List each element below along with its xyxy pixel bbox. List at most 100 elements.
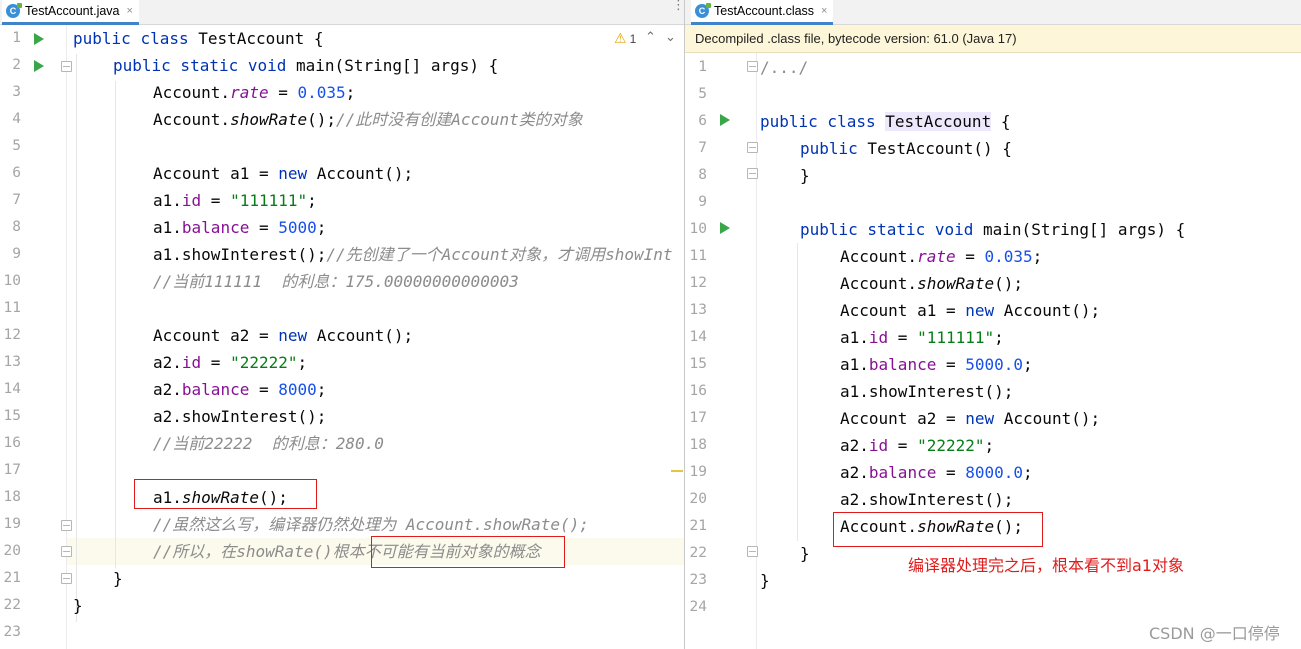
- chevron-up-icon[interactable]: ⌃: [645, 30, 656, 45]
- fold-icon[interactable]: [61, 520, 72, 531]
- fold-icon[interactable]: [747, 168, 758, 179]
- code-line-4: Account.showRate();//此时没有创建Account类的对象: [153, 110, 583, 129]
- close-icon[interactable]: ×: [127, 5, 133, 17]
- code-line-18: a2.id = "22222";: [840, 436, 995, 455]
- java-class-icon: C: [6, 3, 22, 18]
- line-number: 18: [689, 437, 707, 453]
- code-line-8: a1.balance = 5000;: [153, 218, 327, 237]
- line-number: 16: [689, 383, 707, 399]
- line-number: 21: [3, 570, 21, 586]
- line-number: 13: [689, 302, 707, 318]
- code-line-12: Account.showRate();: [840, 274, 1024, 293]
- highlight-box-a1-showrate: [134, 479, 317, 509]
- code-line-1: public class TestAccount {: [73, 29, 324, 48]
- code-line-22: }: [800, 544, 810, 563]
- code-line-7: a1.id = "111111";: [153, 191, 317, 210]
- line-number: 16: [3, 435, 21, 451]
- line-number: 9: [12, 246, 21, 262]
- line-number: 17: [3, 462, 21, 478]
- code-line-8: }: [800, 166, 810, 185]
- line-number: 12: [3, 327, 21, 343]
- code-line-20: a2.showInterest();: [840, 490, 1014, 509]
- tab-label: TestAccount.java: [25, 4, 120, 18]
- fold-icon[interactable]: [61, 61, 72, 72]
- run-class-icon[interactable]: [34, 33, 44, 45]
- line-number: 5: [698, 86, 707, 102]
- line-number: 7: [698, 140, 707, 156]
- code-line-11: Account.rate = 0.035;: [840, 247, 1043, 266]
- line-number: 8: [12, 219, 21, 235]
- right-editor-pane: C TestAccount.class × Decompiled .class …: [685, 0, 1301, 649]
- code-line-13: a2.id = "22222";: [153, 353, 308, 372]
- line-number: 10: [3, 273, 21, 289]
- code-line-12: Account a2 = new Account();: [153, 326, 414, 345]
- decompiled-banner: Decompiled .class file, bytecode version…: [685, 25, 1301, 53]
- code-line-10: //当前111111 的利息：175.00000000000003: [153, 272, 519, 291]
- code-line-19: a2.balance = 8000.0;: [840, 463, 1033, 482]
- warning-icon: ⚠: [614, 30, 627, 46]
- code-line-10: public static void main(String[] args) {: [800, 220, 1186, 239]
- indent-guide: [797, 243, 798, 541]
- line-number: 19: [689, 464, 707, 480]
- line-number: 19: [3, 516, 21, 532]
- fold-icon[interactable]: [747, 546, 758, 557]
- code-line-23: }: [760, 571, 770, 590]
- scrollbar-marker[interactable]: [671, 470, 683, 472]
- code-line-16: //当前22222 的利息：280.0: [153, 434, 384, 453]
- code-line-1[interactable]: /.../: [760, 54, 808, 81]
- code-line-13: Account a1 = new Account();: [840, 301, 1101, 320]
- line-number: 17: [689, 410, 707, 426]
- line-number: 11: [3, 300, 21, 316]
- line-number: 12: [689, 275, 707, 291]
- line-number: 14: [689, 329, 707, 345]
- highlight-box-account-showrate: [833, 512, 1043, 547]
- annotation-text: 编译器处理完之后，根本看不到a1对象: [908, 556, 1184, 575]
- warning-count: 1: [629, 31, 637, 46]
- fold-icon[interactable]: [747, 142, 758, 153]
- line-number: 22: [689, 545, 707, 561]
- code-line-6: Account a1 = new Account();: [153, 164, 414, 183]
- code-line-15: a2.showInterest();: [153, 407, 327, 426]
- line-number: 20: [689, 491, 707, 507]
- line-number: 6: [698, 113, 707, 129]
- code-line-21: }: [113, 569, 123, 588]
- tab-testaccount-java[interactable]: C TestAccount.java ×: [2, 0, 139, 25]
- line-number: 2: [12, 57, 21, 73]
- java-class-icon: C: [695, 3, 711, 18]
- code-line-7: public TestAccount() {: [800, 139, 1012, 158]
- code-line-16: a1.showInterest();: [840, 382, 1014, 401]
- run-main-icon[interactable]: [720, 222, 730, 234]
- run-class-icon[interactable]: [720, 114, 730, 126]
- code-line-3: Account.rate = 0.035;: [153, 83, 356, 102]
- left-editor-pane: C TestAccount.java × ⋮ ⚠ 1 ⌃ ⌄ 123456789…: [0, 0, 684, 649]
- line-number: 10: [689, 221, 707, 237]
- line-number: 21: [689, 518, 707, 534]
- fold-icon[interactable]: [61, 573, 72, 584]
- code-line-9: a1.showInterest();//先创建了一个Account对象，才调用s…: [153, 245, 673, 264]
- tab-testaccount-class[interactable]: C TestAccount.class ×: [691, 0, 834, 25]
- line-number: 20: [3, 543, 21, 559]
- fold-icon[interactable]: [61, 546, 72, 557]
- line-number: 1: [12, 30, 21, 46]
- indent-guide: [76, 54, 77, 622]
- watermark: CSDN @一口停停: [1149, 624, 1280, 643]
- fold-icon[interactable]: [747, 61, 758, 72]
- code-line-15: a1.balance = 5000.0;: [840, 355, 1033, 374]
- line-number: 11: [689, 248, 707, 264]
- line-number: 7: [12, 192, 21, 208]
- inspection-widget[interactable]: ⚠ 1: [614, 30, 636, 47]
- run-main-icon[interactable]: [34, 60, 44, 72]
- chevron-down-icon[interactable]: ⌄: [665, 30, 676, 45]
- code-line-6: public class TestAccount {: [760, 112, 1011, 131]
- right-tab-bar: C TestAccount.class ×: [685, 0, 1301, 25]
- close-icon[interactable]: ×: [821, 5, 827, 17]
- left-tab-bar: C TestAccount.java × ⋮: [0, 0, 684, 25]
- line-number: 4: [12, 111, 21, 127]
- more-options-icon[interactable]: ⋮: [672, 0, 684, 12]
- highlight-box-comment: [371, 536, 565, 568]
- line-number: 14: [3, 381, 21, 397]
- code-line-22: }: [73, 596, 83, 615]
- line-number: 5: [12, 138, 21, 154]
- line-number: 15: [3, 408, 21, 424]
- indent-guide: [115, 81, 116, 568]
